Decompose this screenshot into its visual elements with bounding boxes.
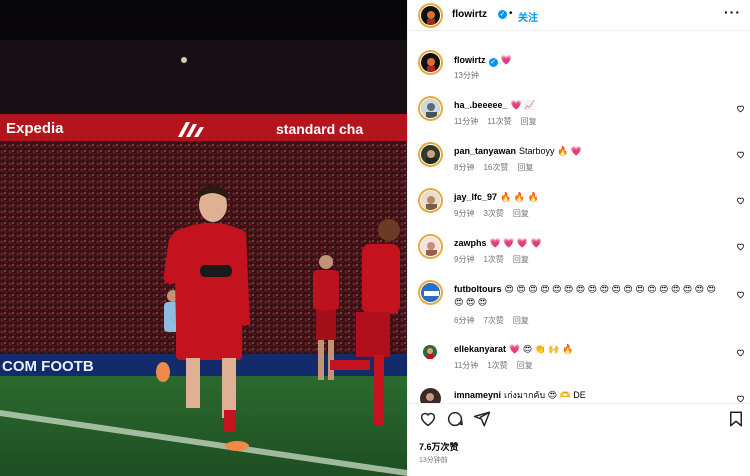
sponsor-text-left: Expedia xyxy=(6,120,64,137)
reply-button[interactable]: 回复 xyxy=(513,209,529,218)
comment-username[interactable]: futboltours xyxy=(454,284,502,294)
post-likes-count[interactable]: 7.6万次赞 xyxy=(419,440,459,453)
more-options-icon[interactable]: ··· xyxy=(724,4,741,20)
comment-likes[interactable]: 11次赞 xyxy=(487,117,511,126)
comment-time: 9分钟 xyxy=(454,255,475,264)
bookmark-icon[interactable] xyxy=(727,410,745,428)
comment-text: Starboyy 🔥 💗 xyxy=(519,146,582,156)
comment-avatar[interactable] xyxy=(420,342,441,363)
header-avatar[interactable] xyxy=(420,5,441,26)
caption-text: 💗 xyxy=(500,55,512,65)
comment-username[interactable]: ellekanyarat xyxy=(454,344,506,354)
post-image: Expedia standard cha COM FOOTB xyxy=(0,0,407,476)
post-header: flowirtz ✓ • 关注 ··· xyxy=(408,0,750,31)
comment-username[interactable]: imnameyni xyxy=(454,390,501,400)
comment-time: 11分钟 xyxy=(454,117,479,126)
adboard-text: COM FOOTB xyxy=(2,358,94,375)
like-comment-heart-icon[interactable] xyxy=(736,290,745,299)
post-time: 13分钟前 xyxy=(419,457,448,464)
caption-avatar[interactable] xyxy=(420,52,441,73)
comment-text: 💗 💗 💗 💗 xyxy=(489,238,542,248)
comment-username[interactable]: jay_lfc_97 xyxy=(454,192,497,202)
comment-text: 🔥 🔥 🔥 xyxy=(500,192,539,202)
comment-username[interactable]: ha_.beeeee_ xyxy=(454,100,508,110)
post-photo[interactable]: Expedia standard cha COM FOOTB xyxy=(0,0,407,476)
action-bar: 7.6万次赞 13分钟前 xyxy=(408,403,750,476)
comment-avatar[interactable] xyxy=(420,388,441,403)
share-paper-plane-icon[interactable] xyxy=(473,410,491,428)
comment-likes[interactable]: 1次赞 xyxy=(483,255,503,264)
comment-text: 💗 😍 👏 🙌 🔥 xyxy=(509,344,574,354)
comment-avatar[interactable] xyxy=(420,144,441,165)
comment-time: 6分钟 xyxy=(454,316,475,325)
like-comment-heart-icon[interactable] xyxy=(736,150,745,159)
reply-button[interactable]: 回复 xyxy=(521,117,537,126)
comment-likes[interactable]: 1次赞 xyxy=(487,361,507,370)
comment-time: 11分钟 xyxy=(454,361,479,370)
follow-button[interactable]: 关注 xyxy=(518,9,538,24)
post-panel: flowirtz ✓ • 关注 ··· flowirtz ✓ 💗 13分钟 ha_.… xyxy=(407,0,750,476)
caption-time: 13分钟 xyxy=(454,71,479,80)
comment-username[interactable]: zawphs xyxy=(454,238,487,248)
comment-avatar[interactable] xyxy=(420,282,441,303)
like-comment-heart-icon[interactable] xyxy=(736,348,745,357)
comments-list[interactable]: flowirtz ✓ 💗 13分钟 ha_.beeeee_ 💗 📈 11分钟 11次赞回… xyxy=(408,32,750,403)
reply-button[interactable]: 回复 xyxy=(513,255,529,264)
reply-button[interactable]: 回复 xyxy=(517,361,533,370)
comment-likes[interactable]: 3次赞 xyxy=(483,209,503,218)
comment-text: เก่งมากคับ 😍 🫶 DE xyxy=(504,390,586,400)
like-comment-heart-icon[interactable] xyxy=(736,394,745,403)
comment-text: 💗 📈 xyxy=(510,100,536,110)
like-heart-icon[interactable] xyxy=(419,410,437,428)
comment-likes[interactable]: 7次赞 xyxy=(483,316,503,325)
comment-time: 9分钟 xyxy=(454,209,475,218)
header-separator: • xyxy=(509,8,513,19)
caption-username[interactable]: flowirtz xyxy=(454,55,486,65)
like-comment-heart-icon[interactable] xyxy=(736,242,745,251)
caption-verified-icon: ✓ xyxy=(488,58,498,67)
comment-avatar[interactable] xyxy=(420,236,441,257)
header-username[interactable]: flowirtz xyxy=(452,9,487,20)
like-comment-heart-icon[interactable] xyxy=(736,196,745,205)
comment-time: 8分钟 xyxy=(454,163,475,172)
comment-username[interactable]: pan_tanyawan xyxy=(454,146,516,156)
like-comment-heart-icon[interactable] xyxy=(736,104,745,113)
comment-bubble-icon[interactable] xyxy=(446,410,464,428)
sponsor-text-right: standard cha xyxy=(276,121,363,137)
reply-button[interactable]: 回复 xyxy=(513,316,529,325)
comment-avatar[interactable] xyxy=(420,98,441,119)
comment-avatar[interactable] xyxy=(420,190,441,211)
reply-button[interactable]: 回复 xyxy=(517,163,533,172)
comment-likes[interactable]: 16次赞 xyxy=(483,163,508,172)
verified-icon: ✓ xyxy=(498,10,507,19)
